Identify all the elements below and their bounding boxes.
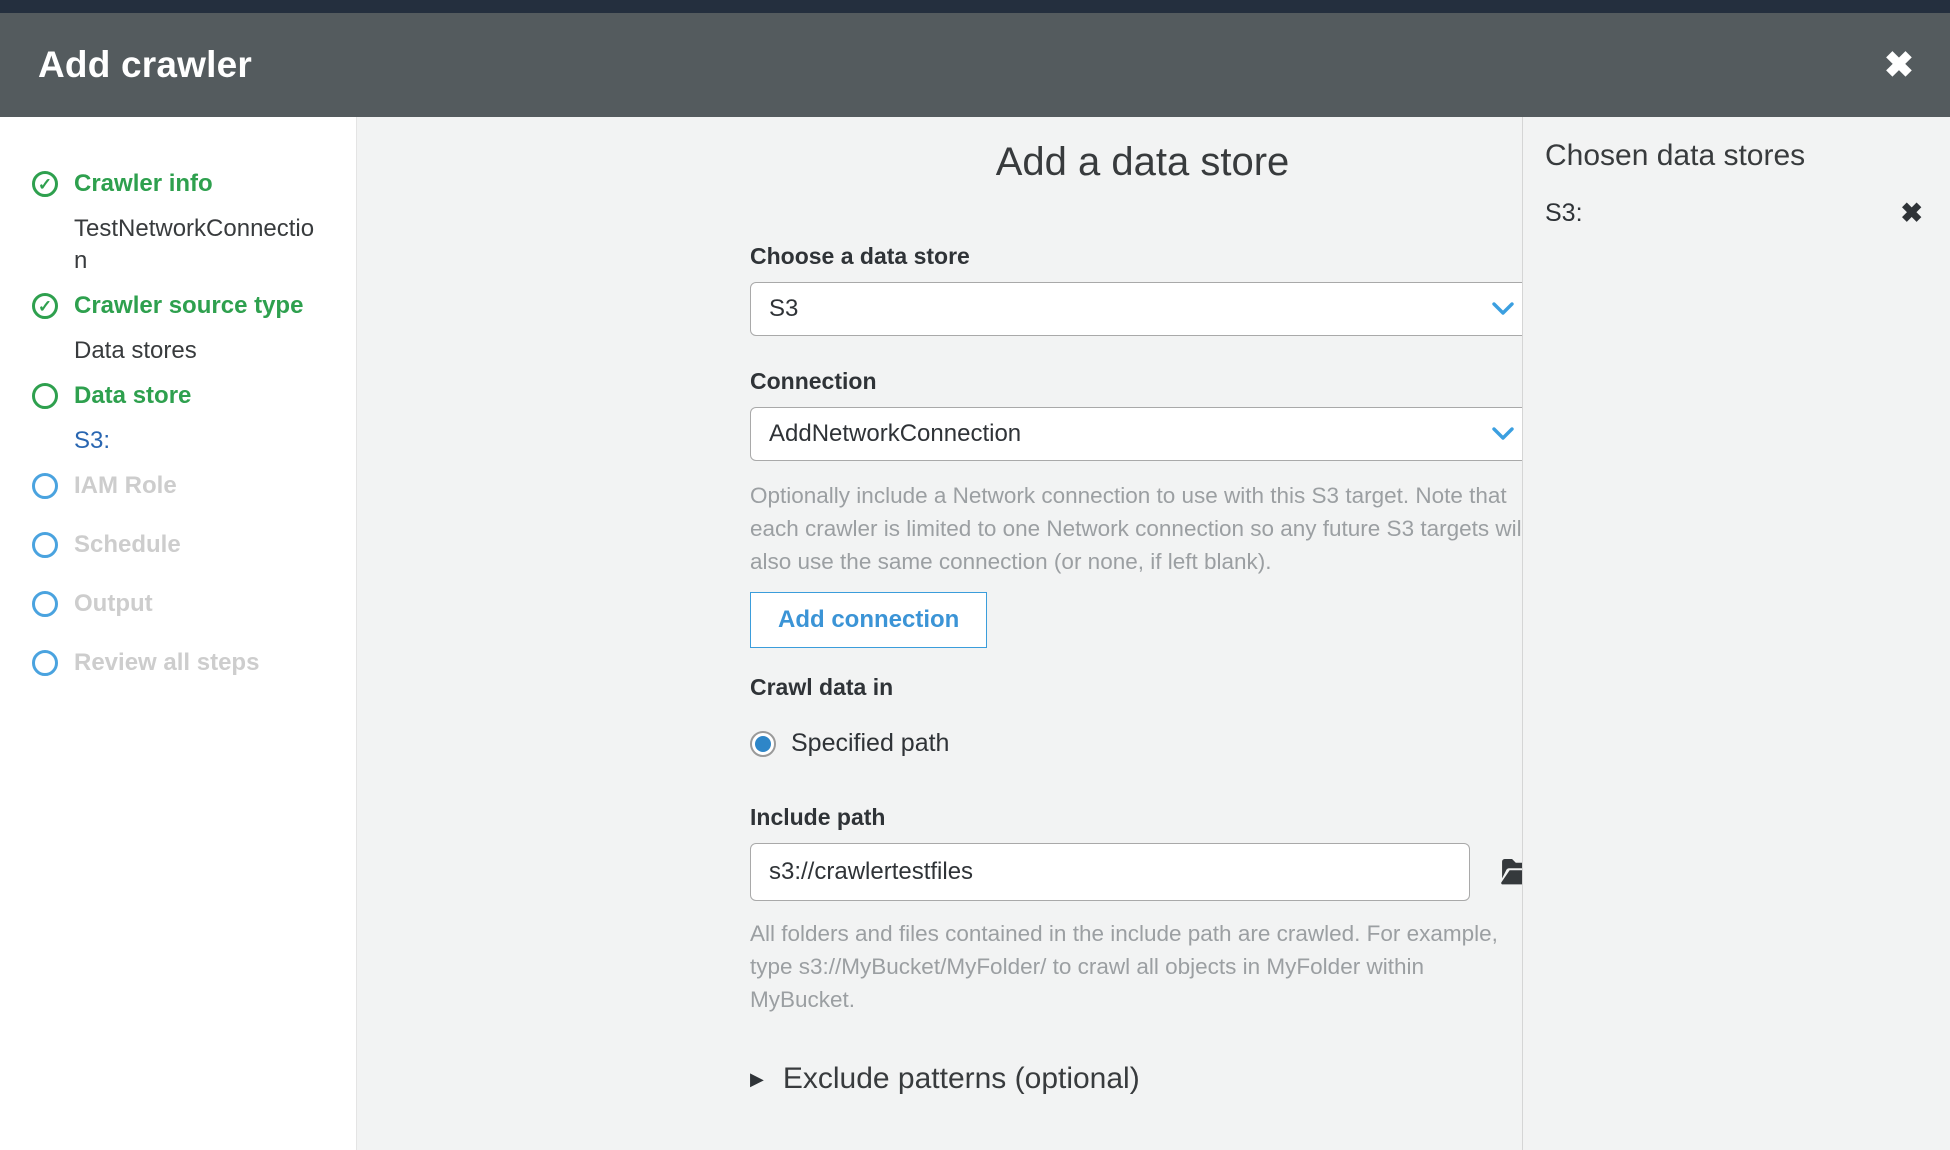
- exclude-patterns-toggle[interactable]: ▶ Exclude patterns (optional): [750, 1062, 1535, 1096]
- chosen-panel-title: Chosen data stores: [1545, 139, 1806, 172]
- include-path-input[interactable]: [750, 843, 1470, 901]
- step-sub-crawler-name: TestNetworkConnection: [74, 215, 315, 274]
- wizard-sidebar: ✓ Crawler info TestNetworkConnection ✓ C…: [0, 117, 357, 1150]
- modal-header: Add crawler ✖: [0, 13, 1950, 117]
- sidebar-item-data-store[interactable]: Data store: [32, 379, 356, 413]
- connection-select[interactable]: AddNetworkConnection: [750, 407, 1535, 461]
- specified-path-radio[interactable]: Specified path: [750, 729, 1535, 758]
- radio-selected-icon: [750, 730, 776, 757]
- include-path-row: [750, 843, 1535, 901]
- sidebar-item-output[interactable]: Output: [32, 587, 356, 621]
- step-complete-icon: ✓: [32, 171, 58, 197]
- chevron-down-icon: [1492, 427, 1514, 440]
- sidebar-item-schedule[interactable]: Schedule: [32, 528, 356, 562]
- triangle-right-icon: ▶: [750, 1068, 764, 1089]
- check-icon: ✓: [37, 296, 53, 316]
- step-complete-icon: ✓: [32, 293, 58, 319]
- step-label: Crawler source type: [74, 292, 304, 319]
- step-label: IAM Role: [74, 472, 177, 499]
- add-connection-button[interactable]: Add connection: [750, 592, 988, 648]
- step-label: Schedule: [74, 531, 181, 558]
- data-store-selected-value: S3: [769, 295, 799, 322]
- chosen-data-store-item: S3: ✖: [1545, 199, 1923, 228]
- step-sub-data-stores: Data stores: [74, 337, 197, 364]
- form-title: Add a data store: [995, 140, 1290, 184]
- exclude-patterns-label: Exclude patterns (optional): [782, 1062, 1140, 1095]
- remove-data-store-icon[interactable]: ✖: [1900, 200, 1923, 227]
- chosen-data-stores-panel: Chosen data stores S3: ✖: [1522, 117, 1950, 1150]
- chosen-item-label: S3:: [1545, 199, 1583, 227]
- crawl-data-in-label: Crawl data in: [750, 674, 894, 700]
- sidebar-item-review-all-steps[interactable]: Review all steps: [32, 646, 356, 680]
- wizard-steps: ✓ Crawler info TestNetworkConnection ✓ C…: [0, 117, 356, 680]
- connection-help-text: Optionally include a Network connection …: [750, 483, 1527, 574]
- close-icon[interactable]: ✖: [1884, 47, 1914, 83]
- radio-label: Specified path: [791, 729, 950, 757]
- page-title: Add crawler: [38, 44, 252, 85]
- step-sub-s3: S3:: [74, 427, 111, 454]
- sidebar-item-crawler-info[interactable]: ✓ Crawler info: [32, 167, 356, 201]
- step-pending-icon: [32, 591, 58, 617]
- check-icon: ✓: [37, 174, 53, 194]
- include-path-help-text: All folders and files contained in the i…: [750, 921, 1498, 1012]
- connection-selected-value: AddNetworkConnection: [769, 420, 1022, 447]
- form-column: Add a data store Choose a data store S3 …: [750, 140, 1535, 1150]
- step-pending-icon: [32, 650, 58, 676]
- main-content: Add a data store Choose a data store S3 …: [357, 117, 1535, 1150]
- sidebar-item-iam-role[interactable]: IAM Role: [32, 469, 356, 503]
- step-current-icon: [32, 383, 58, 409]
- step-label: Crawler info: [74, 170, 213, 197]
- step-label: Data store: [74, 382, 192, 409]
- browser-top-strip: [0, 0, 1950, 13]
- data-store-label: Choose a data store: [750, 243, 970, 269]
- sidebar-item-crawler-source-type[interactable]: ✓ Crawler source type: [32, 289, 356, 323]
- chevron-down-icon: [1492, 302, 1514, 315]
- connection-label: Connection: [750, 368, 877, 394]
- data-store-select[interactable]: S3: [750, 282, 1535, 336]
- radio-dot: [755, 735, 771, 752]
- step-label: Review all steps: [74, 649, 260, 676]
- modal-body: ✓ Crawler info TestNetworkConnection ✓ C…: [0, 117, 1950, 1150]
- step-label: Output: [74, 590, 153, 617]
- step-pending-icon: [32, 532, 58, 558]
- step-pending-icon: [32, 473, 58, 499]
- include-path-label: Include path: [750, 804, 886, 830]
